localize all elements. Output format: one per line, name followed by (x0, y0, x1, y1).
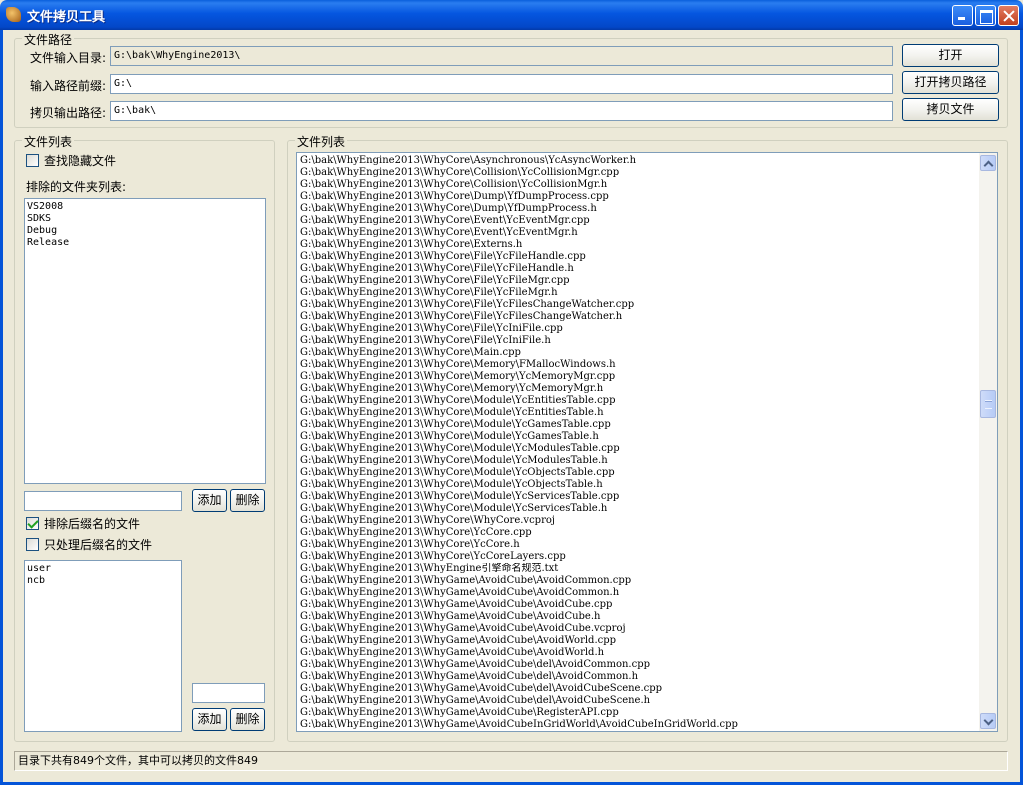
find-hidden-checkbox[interactable] (26, 154, 39, 167)
title-bar: 文件拷贝工具 (0, 0, 1023, 30)
list-item[interactable]: Debug (27, 225, 263, 237)
app-icon (6, 7, 21, 22)
list-item[interactable]: G:\bak\WhyEngine2013\WhyCore\Collision\Y… (300, 179, 976, 191)
list-item[interactable]: ncb (27, 575, 179, 587)
prefix-label: 输入路径前缀: (30, 79, 107, 93)
status-bar: 目录下共有849个文件，其中可以拷贝的文件849 (14, 751, 1008, 771)
list-item[interactable]: G:\bak\WhyEngine2013\WhyCore\Module\YcEn… (300, 407, 976, 419)
list-item[interactable]: G:\bak\WhyEngine2013\WhyGame\AvoidCube\A… (300, 635, 976, 647)
list-item[interactable]: G:\bak\WhyEngine2013\WhyGame\AvoidCube\d… (300, 695, 976, 707)
minimize-button[interactable] (952, 5, 973, 26)
list-item[interactable]: G:\bak\WhyEngine2013\WhyCore\WhyCore.vcp… (300, 515, 976, 527)
list-item[interactable]: G:\bak\WhyEngine2013\WhyCore\File\YcIniF… (300, 323, 976, 335)
list-item[interactable]: G:\bak\WhyEngine2013\WhyCore\Externs.h (300, 239, 976, 251)
list-item[interactable]: G:\bak\WhyEngine2013\WhyCore\Memory\YcMe… (300, 371, 976, 383)
right-file-list-legend: 文件列表 (295, 133, 348, 150)
delete-suffix-button[interactable]: 删除 (230, 708, 265, 731)
minimize-icon (953, 6, 972, 25)
window-frame-left (0, 30, 3, 785)
scroll-down-icon[interactable] (980, 713, 996, 729)
list-item[interactable]: G:\bak\WhyEngine2013\WhyGame\AvoidCube\d… (300, 659, 976, 671)
list-item[interactable]: G:\bak\WhyEngine2013\WhyGame\AvoidCube\A… (300, 623, 976, 635)
list-item[interactable]: G:\bak\WhyEngine2013\WhyCore\File\YcFile… (300, 251, 976, 263)
list-item[interactable]: G:\bak\WhyEngine2013\WhyCore\Event\YcEve… (300, 227, 976, 239)
list-item[interactable]: VS2008 (27, 201, 263, 213)
list-item[interactable]: G:\bak\WhyEngine2013\WhyCore\Module\YcSe… (300, 503, 976, 515)
close-button[interactable] (998, 5, 1019, 26)
file-list-scrollbar[interactable] (979, 153, 997, 731)
list-item[interactable]: G:\bak\WhyEngine2013\WhyCore\Module\YcMo… (300, 455, 976, 467)
output-field[interactable]: G:\bak\ (110, 101, 893, 121)
maximize-icon (976, 6, 995, 25)
input-dir-field[interactable]: G:\bak\WhyEngine2013\ (110, 46, 893, 66)
list-item[interactable]: G:\bak\WhyEngine2013\WhyCore\Dump\YfDump… (300, 203, 976, 215)
window-title: 文件拷贝工具 (27, 10, 106, 25)
list-item[interactable]: G:\bak\WhyEngine2013\WhyCore\Module\YcGa… (300, 431, 976, 443)
delete-folder-button[interactable]: 删除 (230, 489, 265, 512)
list-item[interactable]: G:\bak\WhyEngine2013\WhyCore\File\YcFile… (300, 299, 976, 311)
copy-files-button[interactable]: 拷贝文件 (902, 98, 999, 121)
list-item[interactable]: G:\bak\WhyEngine2013\WhyCore\File\YcFile… (300, 263, 976, 275)
file-path-legend: 文件路径 (22, 31, 75, 48)
close-icon (999, 6, 1018, 25)
add-folder-button[interactable]: 添加 (192, 489, 227, 512)
list-item[interactable]: G:\bak\WhyEngine2013\WhyCore\Memory\FMal… (300, 359, 976, 371)
list-item[interactable]: G:\bak\WhyEngine2013\WhyCore\Module\YcOb… (300, 467, 976, 479)
input-dir-label: 文件输入目录: (30, 51, 107, 65)
list-item[interactable]: G:\bak\WhyEngine2013\WhyCore\Module\YcGa… (300, 419, 976, 431)
find-hidden-label: 查找隐藏文件 (44, 154, 117, 168)
scroll-thumb[interactable] (980, 390, 996, 418)
exclude-suffix-label: 排除后缀名的文件 (44, 517, 141, 531)
suffix-input[interactable] (192, 683, 265, 703)
prefix-field[interactable]: G:\ (110, 74, 893, 94)
list-item[interactable]: G:\bak\WhyEngine2013\WhyGame\AvoidCube\d… (300, 683, 976, 695)
list-item[interactable]: user (27, 563, 179, 575)
file-list[interactable]: G:\bak\WhyEngine2013\WhyCore\Asynchronou… (296, 152, 998, 732)
excluded-folders-list[interactable]: VS2008 SDKS Debug Release (24, 198, 266, 484)
list-item[interactable]: G:\bak\WhyEngine2013\WhyCore\File\YcFile… (300, 287, 976, 299)
list-item[interactable]: G:\bak\WhyEngine2013\WhyCore\Asynchronou… (300, 155, 976, 167)
list-item[interactable]: G:\bak\WhyEngine2013\WhyCore\Module\YcSe… (300, 491, 976, 503)
list-item[interactable]: G:\bak\WhyEngine2013\WhyEngine引擎命名规范.txt (300, 563, 976, 575)
list-item[interactable]: G:\bak\WhyEngine2013\WhyCore\YcCoreLayer… (300, 551, 976, 563)
list-item[interactable]: G:\bak\WhyEngine2013\WhyGame\AvoidCube\A… (300, 599, 976, 611)
output-label: 拷贝输出路径: (30, 106, 107, 120)
list-item[interactable]: G:\bak\WhyEngine2013\WhyCore\File\YcIniF… (300, 335, 976, 347)
list-item[interactable]: G:\bak\WhyEngine2013\WhyCore\Module\YcEn… (300, 395, 976, 407)
only-suffix-label: 只处理后缀名的文件 (44, 538, 153, 552)
scroll-up-icon[interactable] (980, 155, 996, 171)
list-item[interactable]: G:\bak\WhyEngine2013\WhyCore\File\YcFile… (300, 275, 976, 287)
list-item[interactable]: G:\bak\WhyEngine2013\WhyCore\YcCore.cpp (300, 527, 976, 539)
suffix-list[interactable]: user ncb (24, 560, 182, 732)
left-file-list-legend: 文件列表 (22, 133, 75, 150)
list-item[interactable]: G:\bak\WhyEngine2013\WhyCore\Module\YcOb… (300, 479, 976, 491)
list-item[interactable]: G:\bak\WhyEngine2013\WhyGame\AvoidCube\A… (300, 587, 976, 599)
excluded-folders-label: 排除的文件夹列表: (26, 180, 127, 194)
list-item[interactable]: G:\bak\WhyEngine2013\WhyGame\AvoidCube\A… (300, 575, 976, 587)
list-item[interactable]: Release (27, 237, 263, 249)
list-item[interactable]: G:\bak\WhyEngine2013\WhyCore\Memory\YcMe… (300, 383, 976, 395)
list-item[interactable]: G:\bak\WhyEngine2013\WhyGame\AvoidCube\R… (300, 707, 976, 719)
list-item[interactable]: G:\bak\WhyEngine2013\WhyCore\File\YcFile… (300, 311, 976, 323)
list-item[interactable]: G:\bak\WhyEngine2013\WhyCore\Main.cpp (300, 347, 976, 359)
exclude-suffix-checkbox[interactable] (26, 517, 39, 530)
folder-input[interactable] (24, 491, 182, 511)
list-item[interactable]: G:\bak\WhyEngine2013\WhyGame\AvoidCube\A… (300, 647, 976, 659)
list-item[interactable]: G:\bak\WhyEngine2013\WhyGame\AvoidCubeIn… (300, 719, 976, 731)
add-suffix-button[interactable]: 添加 (192, 708, 227, 731)
list-item[interactable]: G:\bak\WhyEngine2013\WhyCore\Dump\YfDump… (300, 191, 976, 203)
list-item[interactable]: G:\bak\WhyEngine2013\WhyCore\YcCore.h (300, 539, 976, 551)
list-item[interactable]: G:\bak\WhyEngine2013\WhyGame\AvoidCube\d… (300, 671, 976, 683)
list-item[interactable]: G:\bak\WhyEngine2013\WhyCore\Module\YcMo… (300, 443, 976, 455)
file-items: G:\bak\WhyEngine2013\WhyCore\Asynchronou… (300, 155, 976, 731)
open-copy-path-button[interactable]: 打开拷贝路径 (902, 71, 999, 94)
list-item[interactable]: G:\bak\WhyEngine2013\WhyCore\Collision\Y… (300, 167, 976, 179)
list-item[interactable]: G:\bak\WhyEngine2013\WhyGame\AvoidCube\A… (300, 611, 976, 623)
open-button[interactable]: 打开 (902, 44, 999, 67)
only-suffix-checkbox[interactable] (26, 538, 39, 551)
list-item[interactable]: G:\bak\WhyEngine2013\WhyCore\Event\YcEve… (300, 215, 976, 227)
maximize-button[interactable] (975, 5, 996, 26)
list-item[interactable]: SDKS (27, 213, 263, 225)
